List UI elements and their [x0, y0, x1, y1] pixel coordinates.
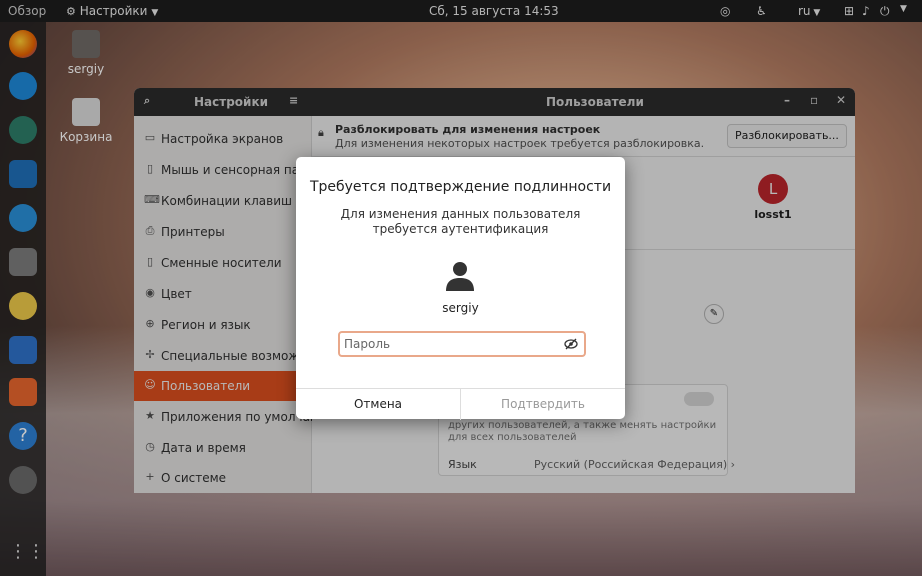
dialog-message: Для изменения данных пользователя требуе…	[340, 207, 581, 236]
auth-dialog: Требуется подтверждение подлинности Для …	[296, 157, 625, 420]
password-input[interactable]	[344, 335, 554, 353]
eye-slash-icon[interactable]	[564, 337, 578, 351]
dialog-buttons: Отмена Подтвердить	[296, 388, 625, 420]
cancel-button[interactable]: Отмена	[296, 389, 461, 420]
dialog-username: sergiy	[442, 301, 479, 315]
confirm-button[interactable]: Подтвердить	[461, 389, 625, 420]
dialog-title: Требуется подтверждение подлинности	[309, 179, 612, 195]
user-icon	[446, 262, 474, 291]
password-field[interactable]	[338, 331, 586, 357]
